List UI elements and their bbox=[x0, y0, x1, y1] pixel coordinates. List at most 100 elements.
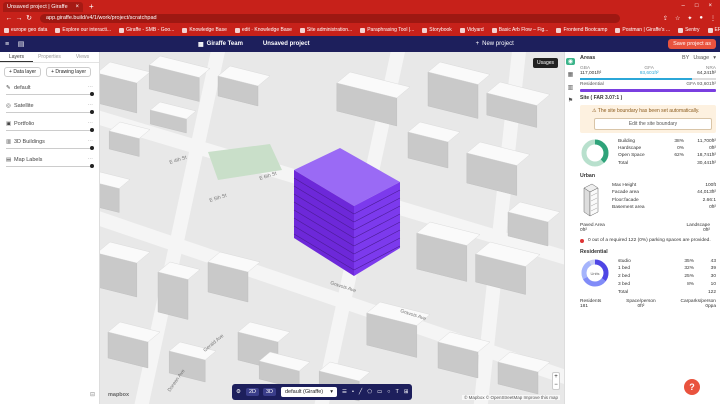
bookmark-item[interactable]: Site administration... bbox=[299, 27, 352, 33]
project-title[interactable]: Unsaved project bbox=[263, 41, 310, 47]
opacity-slider[interactable] bbox=[6, 92, 94, 96]
bookmark-favicon-icon bbox=[182, 27, 188, 33]
save-project-button[interactable]: Save project as bbox=[668, 39, 716, 49]
map-attribution[interactable]: © Mapbox © OpenStreetMap Improve this ma… bbox=[462, 395, 560, 400]
tab-properties[interactable]: Properties bbox=[33, 52, 66, 62]
stat-row: 3 bed 8% 10 bbox=[618, 281, 716, 289]
help-button[interactable]: ? bbox=[684, 379, 700, 395]
tab-layers[interactable]: Layers bbox=[0, 52, 33, 62]
table-icon[interactable]: ▦ bbox=[568, 71, 574, 78]
more-options-icon[interactable]: ⋯ bbox=[88, 103, 94, 109]
bookmark-item[interactable]: ER bbox=[707, 27, 720, 33]
opacity-slider[interactable] bbox=[6, 128, 94, 132]
bookmark-item[interactable]: Vidyard bbox=[459, 27, 484, 33]
view-3d-button[interactable]: 3D bbox=[262, 388, 276, 396]
maximize-icon[interactable]: □ bbox=[695, 3, 699, 9]
share-icon[interactable]: ⇪ bbox=[663, 15, 668, 22]
bookmark-item[interactable]: Explore our interacti... bbox=[55, 27, 111, 33]
browser-tab[interactable]: Unsaved project | Giraffe × bbox=[3, 2, 83, 12]
bookmark-item[interactable]: edit · Knowledge Base bbox=[234, 27, 292, 33]
bookmark-item[interactable]: Knowledge Base bbox=[182, 27, 227, 33]
add-drawing-layer-button[interactable]: + Drawing layer bbox=[46, 67, 91, 77]
insights-panel: Areas BY Usage ▾ GBA 117,001ft² GFA 93,601… bbox=[576, 52, 720, 404]
new-project-button[interactable]: + New project bbox=[476, 41, 514, 47]
more-options-icon[interactable]: ⋯ bbox=[88, 85, 94, 91]
slider-handle[interactable] bbox=[90, 128, 94, 132]
stat-percent: 0% bbox=[677, 145, 684, 151]
minimize-icon[interactable]: – bbox=[682, 3, 685, 9]
group-by[interactable]: BY Usage ▾ bbox=[682, 55, 716, 61]
residential-gfa: GFA 93,601ft² bbox=[686, 82, 716, 87]
address-bar[interactable]: app.giraffe.build/v4/1/work/project/scra… bbox=[40, 13, 620, 23]
slider-handle[interactable] bbox=[90, 146, 94, 150]
more-options-icon[interactable]: ⋯ bbox=[88, 121, 94, 127]
layer-select-value: default (Giraffe) bbox=[285, 389, 324, 395]
left-tabs: Layers Properties Views bbox=[0, 52, 99, 63]
extension-icon[interactable]: ✦ bbox=[687, 15, 692, 22]
flag-icon[interactable]: ⚑ bbox=[568, 97, 573, 104]
rectangle-icon[interactable]: ▭ bbox=[377, 389, 382, 395]
new-project-label: New project bbox=[482, 41, 514, 47]
slider-handle[interactable] bbox=[90, 110, 94, 114]
bookmark-item[interactable]: europe geo data bbox=[4, 27, 47, 33]
stack-icon[interactable]: ☰ bbox=[342, 389, 347, 395]
polygon-icon[interactable]: ⬠ bbox=[367, 389, 372, 395]
map-canvas[interactable]: E 4th St E 5th St E 6th St Gravois Ave Gravo… bbox=[100, 52, 564, 404]
slider-handle[interactable] bbox=[90, 92, 94, 96]
team-selector[interactable]: ▦ Giraffe Team bbox=[198, 41, 243, 48]
profile-icon[interactable]: ● bbox=[699, 15, 703, 22]
tab-views[interactable]: Views bbox=[66, 52, 99, 62]
stat-percent: 38% bbox=[674, 138, 684, 144]
bookmark-item[interactable]: Sentry bbox=[678, 27, 700, 33]
zoom-out-icon[interactable]: − bbox=[553, 381, 559, 389]
back-icon[interactable]: ← bbox=[4, 15, 14, 22]
reload-icon[interactable]: ↻ bbox=[24, 14, 34, 22]
stat-name: Basement area bbox=[612, 205, 645, 211]
zoom-in-icon[interactable]: + bbox=[553, 373, 559, 381]
bookmark-item[interactable]: Giraffe - SMB - Goo... bbox=[119, 27, 174, 33]
sidebar-toggle-icon[interactable]: ▤ bbox=[14, 40, 28, 48]
chart-icon[interactable]: ▥ bbox=[568, 84, 574, 91]
close-tab-icon[interactable]: × bbox=[75, 4, 79, 10]
layer-item[interactable]: ▤ Map Labels ⋯ bbox=[0, 153, 99, 165]
circle-icon[interactable]: ○ bbox=[387, 389, 390, 395]
bookmark-item[interactable]: Storybook bbox=[422, 27, 452, 33]
browser-tab-bar: Unsaved project | Giraffe × + – □ × bbox=[0, 0, 720, 12]
measure-icon[interactable]: ⊞ bbox=[404, 389, 409, 395]
layer-item[interactable]: ▥ 3D Buildings ⋯ bbox=[0, 135, 99, 147]
layer-item[interactable]: ◎ Satellite ⋯ bbox=[0, 99, 99, 111]
collapse-panel-icon[interactable]: ⊟ bbox=[90, 391, 95, 398]
opacity-slider[interactable] bbox=[6, 164, 94, 168]
new-tab-icon[interactable]: + bbox=[89, 2, 94, 11]
line-icon[interactable]: ╱ bbox=[359, 389, 362, 395]
more-options-icon[interactable]: ⋯ bbox=[88, 157, 94, 163]
bookmark-item[interactable]: Postman | Giraffe's ... bbox=[615, 27, 670, 33]
bookmark-favicon-icon bbox=[491, 27, 497, 33]
view-2d-button[interactable]: 2D bbox=[245, 388, 259, 396]
layer-item[interactable]: ✎ default ⋯ bbox=[0, 81, 99, 93]
settings-icon[interactable]: ⚙ bbox=[236, 389, 241, 395]
add-data-layer-button[interactable]: + Data layer bbox=[4, 67, 42, 77]
forward-icon[interactable]: → bbox=[14, 15, 24, 22]
star-icon[interactable]: ☆ bbox=[675, 15, 680, 22]
opacity-slider[interactable] bbox=[6, 146, 94, 150]
opacity-slider[interactable] bbox=[6, 110, 94, 114]
usages-toggle[interactable]: Usages bbox=[533, 58, 558, 68]
close-window-icon[interactable]: × bbox=[708, 3, 712, 9]
layer-select[interactable]: default (Giraffe) ▾ bbox=[281, 387, 337, 397]
bookmark-item[interactable]: Frontend Bootcamp bbox=[556, 27, 607, 33]
text-icon[interactable]: T bbox=[396, 389, 399, 395]
slider-handle[interactable] bbox=[90, 164, 94, 168]
stat-value: 39 bbox=[710, 266, 716, 272]
insights-icon[interactable]: ◉ bbox=[566, 58, 575, 65]
stat-name: Open Space bbox=[618, 153, 645, 159]
edit-site-boundary-button[interactable]: Edit the site boundary bbox=[594, 117, 712, 130]
bookmark-item[interactable]: Paraphrasing Tool |... bbox=[360, 27, 414, 33]
more-options-icon[interactable]: ⋯ bbox=[88, 139, 94, 145]
layer-item[interactable]: ▣ Portfolio ⋯ bbox=[0, 117, 99, 129]
bookmark-item[interactable]: Basic Arb Flow – Fig... bbox=[491, 27, 548, 33]
point-icon[interactable]: • bbox=[352, 389, 354, 395]
menu-icon[interactable]: ⋮ bbox=[710, 15, 716, 22]
hamburger-icon[interactable]: ≡ bbox=[0, 41, 14, 48]
stat-row: Total 30,441ft² bbox=[618, 160, 716, 167]
